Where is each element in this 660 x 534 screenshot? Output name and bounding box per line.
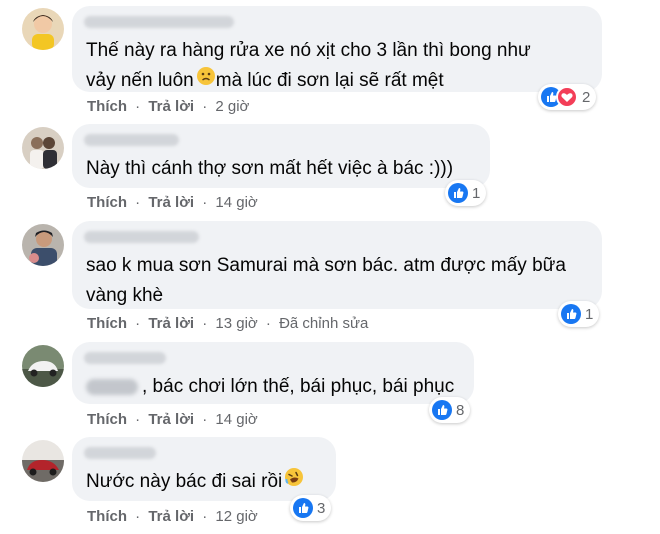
comment-text: Nước này bác đi sai rồi bbox=[86, 467, 304, 497]
comment-text: Này thì cánh thợ sơn mất hết việc à bác … bbox=[86, 158, 454, 179]
comment-bubble: Thế này ra hàng rửa xe nó xịt cho 3 lần … bbox=[72, 6, 602, 92]
author-name-blurred[interactable] bbox=[84, 134, 179, 146]
like-button[interactable]: Thích bbox=[87, 98, 127, 115]
comment-text: sao k mua sơn Samurai mà sơn bác. atm đư… bbox=[86, 255, 566, 306]
comment-bubble: sao k mua sơn Samurai mà sơn bác. atm đư… bbox=[72, 221, 602, 309]
reaction-summary[interactable]: 1 bbox=[558, 301, 600, 327]
reaction-summary[interactable]: 1 bbox=[445, 180, 487, 206]
reaction-summary[interactable]: 2 bbox=[538, 84, 597, 110]
like-button[interactable]: Thích bbox=[87, 411, 127, 428]
reaction-summary[interactable]: 8 bbox=[429, 397, 471, 423]
reply-button[interactable]: Trả lời bbox=[148, 194, 194, 211]
comment-actions: Thích · Trả lời · 14 giờ bbox=[87, 411, 258, 428]
author-name-blurred[interactable] bbox=[84, 231, 199, 243]
reply-button[interactable]: Trả lời bbox=[148, 98, 194, 115]
comment-text: Thế này ra hàng rửa xe nó xịt cho 3 lần … bbox=[86, 36, 531, 96]
comment-actions: Thích · Trả lời · 14 giờ bbox=[87, 194, 258, 211]
avatar[interactable] bbox=[22, 8, 64, 50]
tagged-user-blurred[interactable] bbox=[86, 378, 138, 395]
like-icon bbox=[432, 400, 452, 420]
timestamp[interactable]: 12 giờ bbox=[215, 508, 257, 525]
rofl-face-icon bbox=[284, 467, 304, 497]
reply-button[interactable]: Trả lời bbox=[148, 315, 194, 332]
author-name-blurred[interactable] bbox=[84, 352, 166, 364]
avatar[interactable] bbox=[22, 127, 64, 169]
avatar[interactable] bbox=[22, 345, 64, 387]
reaction-summary[interactable]: 3 bbox=[290, 495, 332, 521]
timestamp[interactable]: 14 giờ bbox=[215, 411, 257, 428]
comment-text: , bác chơi lớn thế, bái phục, bái phục bbox=[86, 372, 454, 402]
like-icon bbox=[293, 498, 313, 518]
comment-actions: Thích · Trả lời · 2 giờ bbox=[87, 98, 250, 115]
comment-actions: Thích · Trả lời · 12 giờ bbox=[87, 508, 258, 525]
comment-actions: Thích · Trả lời · 13 giờ · Đã chỉnh sửa bbox=[87, 315, 369, 332]
reaction-count: 3 bbox=[317, 499, 326, 517]
like-icon bbox=[448, 183, 468, 203]
comment-bubble: Này thì cánh thợ sơn mất hết việc à bác … bbox=[72, 124, 490, 188]
author-name-blurred[interactable] bbox=[84, 447, 156, 459]
comment-bubble: Nước này bác đi sai rồi bbox=[72, 437, 336, 501]
sad-face-icon bbox=[196, 66, 216, 96]
reaction-count: 8 bbox=[456, 401, 465, 419]
reply-button[interactable]: Trả lời bbox=[148, 508, 194, 525]
timestamp[interactable]: 14 giờ bbox=[215, 194, 257, 211]
timestamp[interactable]: 2 giờ bbox=[215, 98, 249, 115]
timestamp[interactable]: 13 giờ bbox=[215, 315, 257, 332]
like-icon bbox=[561, 304, 581, 324]
edited-label[interactable]: Đã chỉnh sửa bbox=[279, 315, 368, 332]
reaction-count: 1 bbox=[472, 184, 481, 202]
like-button[interactable]: Thích bbox=[87, 508, 127, 525]
avatar[interactable] bbox=[22, 224, 64, 266]
love-icon bbox=[556, 86, 578, 108]
reaction-count: 2 bbox=[582, 88, 591, 106]
like-button[interactable]: Thích bbox=[87, 194, 127, 211]
reaction-count: 1 bbox=[585, 305, 594, 323]
author-name-blurred[interactable] bbox=[84, 16, 234, 28]
comment-bubble: , bác chơi lớn thế, bái phục, bái phục bbox=[72, 342, 474, 404]
reply-button[interactable]: Trả lời bbox=[148, 411, 194, 428]
like-button[interactable]: Thích bbox=[87, 315, 127, 332]
avatar[interactable] bbox=[22, 440, 64, 482]
